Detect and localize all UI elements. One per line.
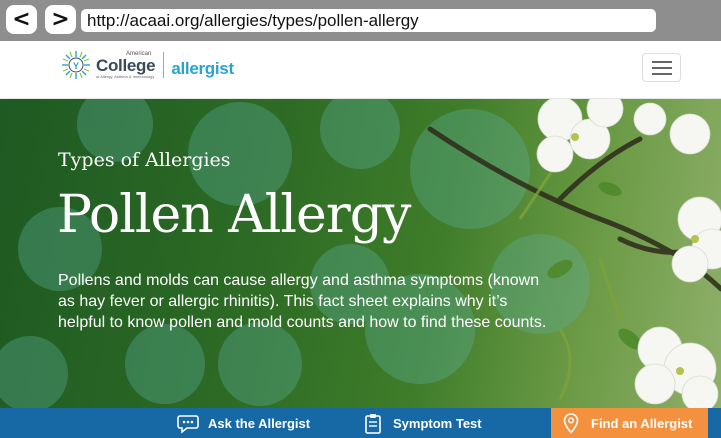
symptom-test-button[interactable]: Symptom Test [362,408,482,438]
symptom-test-label: Symptom Test [393,415,482,431]
back-button[interactable]: < [6,5,37,34]
clipboard-icon [365,414,381,434]
site-header: Y American College of Allergy, Asthma & … [0,41,721,99]
action-bar: Ask the Allergist Symptom Test Find an A… [0,408,721,438]
logo-subtitle: of Allergy, Asthma & Immunology [96,74,155,79]
menu-bar-icon [651,60,672,63]
logo-college-text: College [96,56,156,75]
menu-button[interactable] [642,53,681,82]
hero-banner: Types of Allergies Pollen Allergy Pollen… [0,99,721,408]
menu-bar-icon [651,72,672,75]
chat-bubble-icon [177,415,199,434]
hero-kicker: Types of Allergies [58,149,231,171]
logo-allergist-text: allergist [171,59,234,78]
action-bar-edge [708,408,721,438]
ask-the-allergist-button[interactable]: Ask the Allergist [177,408,310,438]
ask-the-allergist-label: Ask the Allergist [208,415,311,431]
logo-divider [163,52,165,78]
address-bar[interactable]: http://acaai.org/allergies/types/pollen-… [81,9,656,32]
svg-text:Y: Y [73,61,79,71]
page-title: Pollen Allergy [57,185,411,245]
college-logo-icon: Y [62,51,90,79]
browser-toolbar: < > http://acaai.org/allergies/types/pol… [0,0,721,41]
hero-description: Pollens and molds can cause allergy and … [58,272,547,331]
menu-bar-icon [651,66,672,69]
location-pin-icon [563,413,579,434]
hero-background-image [0,99,721,408]
acaai-logo[interactable]: Y American College of Allergy, Asthma & … [60,45,234,85]
find-an-allergist-label: Find an Allergist [591,415,693,431]
find-an-allergist-button[interactable]: Find an Allergist [551,408,708,438]
forward-button[interactable]: > [45,5,76,34]
